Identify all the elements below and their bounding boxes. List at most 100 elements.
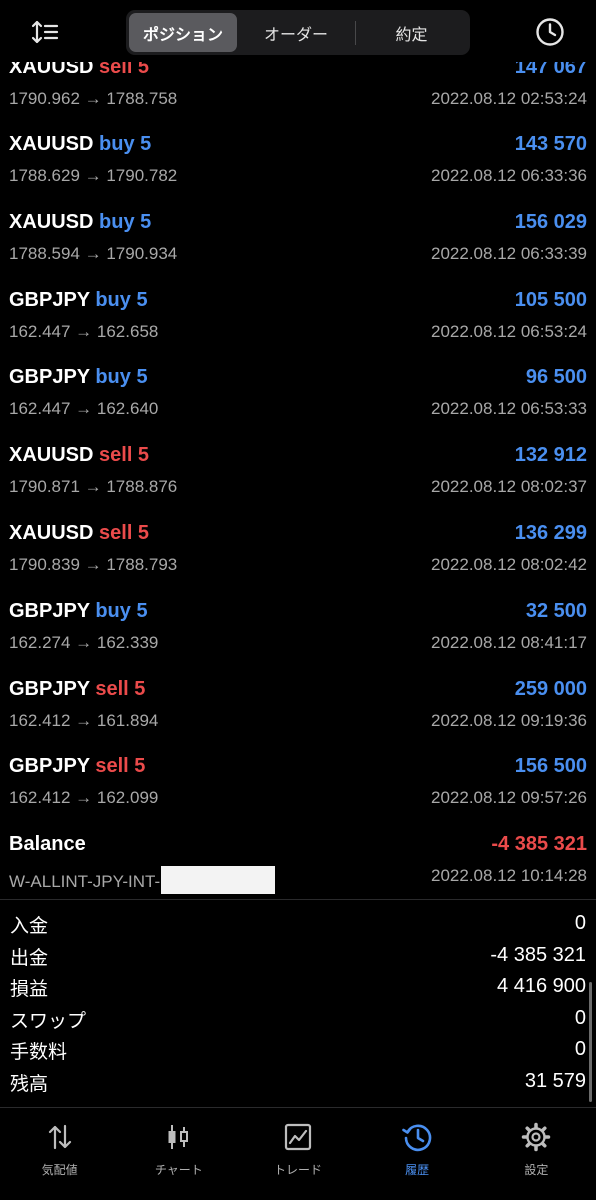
deal-symbol: GBPJPY [9,755,90,778]
balance-comment: W-ALLINT-JPY-INT- [9,866,276,895]
deal-symbol: XAUUSD [9,210,94,233]
deal-symbol: GBPJPY [9,288,90,311]
deal-row[interactable]: GBPJPY buy 5 32 500 162.274 → 162.339 20… [0,585,596,663]
deal-profit: 32 500 [525,599,587,622]
deal-time: 2022.08.12 02:53:24 [431,89,587,108]
balance-time: 2022.08.12 10:14:28 [431,866,587,886]
summary-value: 31 579 [524,1069,586,1092]
deal-title: XAUUSD buy 5 [9,133,151,156]
summary-row-balance: 残高 31 579 [0,1066,596,1098]
trade-line-chart-icon [284,1123,312,1151]
deal-row[interactable]: XAUUSD sell 5 136 299 1790.839 → 1788.79… [0,507,596,585]
deal-list: XAUUSD sell 5 147 067 1790.962 → 1788.75… [0,52,596,896]
deal-title: GBPJPY buy 5 [9,289,148,312]
summary-label: 損益 [10,978,49,1001]
deal-prices: 162.412 → 162.099 [9,788,159,808]
deal-time: 2022.08.12 08:41:17 [431,632,587,652]
deal-row[interactable]: GBPJPY sell 5 259 000 162.412 → 161.894 … [0,663,596,741]
deal-row[interactable]: XAUUSD sell 5 132 912 1790.871 → 1788.87… [0,429,596,507]
bottom-tab-bar: 気配値 チャート トレード 履歴 設定 [0,1107,596,1200]
deal-time: 2022.08.12 09:57:26 [431,788,587,808]
summary-divider [0,899,596,900]
deal-symbol: GBPJPY [9,366,90,389]
deal-time: 2022.08.12 06:33:36 [431,166,587,185]
deal-profit: 156 029 [514,210,587,233]
tab-quotes[interactable]: 気配値 [0,1108,119,1200]
deal-time: 2022.08.12 08:02:37 [431,477,587,497]
segmented-control: ポジション オーダー 約定 [126,10,470,55]
top-bar: ポジション オーダー 約定 [0,0,596,62]
deal-title: XAUUSD buy 5 [9,211,151,234]
deal-row[interactable]: XAUUSD buy 5 156 029 1788.594 → 1790.934… [0,196,596,274]
deal-title: GBPJPY sell 5 [9,755,145,778]
tab-positions[interactable]: ポジション [129,13,237,52]
deal-profit: 132 912 [514,444,587,467]
summary-row-withdrawal: 出金 -4 385 321 [0,940,596,972]
summary-label: スワップ [10,1009,87,1032]
balance-amount: -4 385 321 [491,833,587,856]
deal-prices: 1790.871 → 1788.876 [9,477,178,497]
deal-prices: 162.412 → 161.894 [9,710,159,730]
deal-title: XAUUSD sell 5 [9,522,149,545]
sort-button[interactable] [26,14,64,50]
deal-row[interactable]: GBPJPY buy 5 105 500 162.447 → 162.658 2… [0,274,596,352]
deal-symbol: XAUUSD [9,444,94,467]
tab-chart[interactable]: チャート [119,1108,238,1200]
deal-prices: 162.447 → 162.640 [9,399,159,419]
balance-comment-text: W-ALLINT-JPY-INT- [9,872,161,892]
deal-time: 2022.08.12 06:53:33 [431,399,587,419]
balance-label: Balance [9,833,86,856]
deal-symbol: GBPJPY [9,599,90,622]
deal-profit: 136 299 [514,521,587,544]
summary-label: 出金 [10,946,49,969]
summary-label: 手数料 [10,1041,68,1064]
balance-title: Balance [9,833,86,856]
summary-value: 0 [574,912,586,934]
deal-side: buy 5 [99,210,152,233]
tab-orders[interactable]: オーダー [237,13,355,52]
tab-label: チャート [154,1163,203,1177]
deal-time: 2022.08.12 08:02:42 [431,554,587,574]
tab-label: トレード [273,1163,322,1177]
balance-row[interactable]: Balance -4 385 321 W-ALLINT-JPY-INT- 202… [0,818,596,896]
period-button[interactable] [530,12,570,52]
tab-trade[interactable]: トレード [238,1108,357,1200]
deal-profit: 105 500 [514,288,587,311]
summary-label: 入金 [10,915,49,937]
summary-row-commission: 手数料 0 [0,1034,596,1066]
deal-profit: 96 500 [525,366,587,389]
tab-label: 履歴 [405,1163,430,1177]
deal-symbol: GBPJPY [9,677,90,700]
quotes-arrows-icon [48,1124,71,1150]
deal-side: buy 5 [95,599,148,622]
tab-deals[interactable]: 約定 [356,13,467,52]
deal-row[interactable]: XAUUSD buy 5 143 570 1788.629 → 1790.782… [0,118,596,196]
deal-prices: 162.447 → 162.658 [9,321,159,341]
deal-title: XAUUSD sell 5 [9,444,149,467]
deal-prices: 162.274 → 162.339 [9,632,159,652]
deal-row[interactable]: GBPJPY sell 5 156 500 162.412 → 162.099 … [0,740,596,818]
deal-side: buy 5 [99,133,152,155]
deal-prices: 1788.594 → 1790.934 [9,243,178,263]
tab-history[interactable]: 履歴 [358,1108,477,1200]
deal-time: 2022.08.12 06:53:24 [431,321,587,341]
deal-side: buy 5 [95,288,148,311]
deal-profit: 156 500 [514,755,587,778]
deal-symbol: XAUUSD [9,521,94,544]
deal-profit: 143 570 [514,133,587,155]
deal-side: buy 5 [95,366,148,389]
deal-title: GBPJPY buy 5 [9,366,148,389]
tab-settings[interactable]: 設定 [477,1108,596,1200]
summary-value: 0 [574,1038,586,1061]
scrollbar[interactable] [589,982,592,1102]
candlestick-chart-icon [168,1125,188,1149]
summary-panel: 入金 0 出金 -4 385 321 損益 4 416 900 スワップ 0 手… [0,908,596,1098]
deal-side: sell 5 [95,755,146,778]
settings-gear-icon [522,1122,551,1152]
deal-time: 2022.08.12 06:33:39 [431,243,587,263]
deal-time: 2022.08.12 09:19:36 [431,710,587,730]
tab-label: 設定 [524,1163,549,1177]
summary-value: 4 416 900 [497,975,586,998]
summary-row-deposit: 入金 0 [0,908,596,940]
deal-row[interactable]: GBPJPY buy 5 96 500 162.447 → 162.640 20… [0,351,596,429]
